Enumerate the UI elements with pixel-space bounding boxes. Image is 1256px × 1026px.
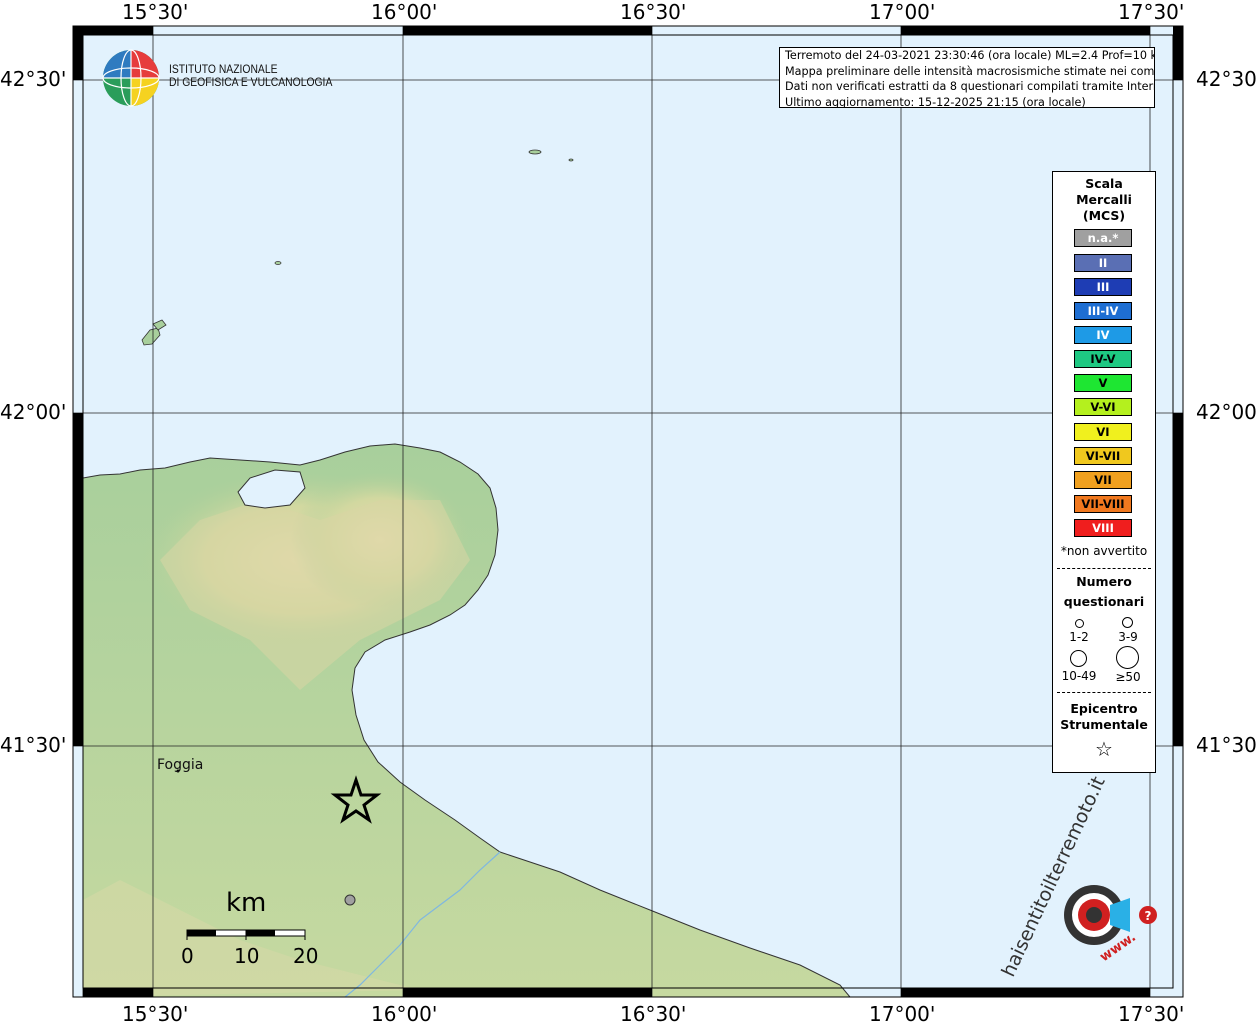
lat-label-left-2: 42°00': [0, 400, 67, 424]
lon-label-top-3: 16°30': [620, 0, 687, 24]
intensity-swatch-iii: III: [1074, 278, 1132, 296]
lat-label-left-3: 41°30': [0, 733, 67, 757]
lat-label-right-1: 42°30': [1196, 67, 1256, 91]
epicenter-title-1: Epicentro: [1070, 701, 1138, 716]
intensity-point-na[interactable]: [344, 894, 356, 906]
ingv-logo-text: ISTITUTO NAZIONALE DI GEOFISICA E VULCAN…: [169, 64, 332, 90]
scale-bar-tick-0: 0: [181, 944, 194, 968]
island-pianosa: [274, 261, 282, 265]
intensity-swatch-vii: VII: [1074, 471, 1132, 489]
city-label: Foggia: [157, 757, 204, 773]
q-label-10-49: 10-49: [1061, 669, 1097, 683]
intensity-swatch-vi-vii: VI-VII: [1074, 447, 1132, 465]
legend-title-1: Scala: [1085, 176, 1123, 191]
ingv-line1: ISTITUTO NAZIONALE: [169, 64, 278, 76]
island-pelagosa: [528, 149, 542, 155]
intensity-swatch-vii-viii: VII-VIII: [1074, 495, 1132, 513]
intensity-swatch-viii: VIII: [1074, 519, 1132, 537]
lon-label-bottom-4: 17°00': [869, 1002, 936, 1026]
q-label-50: ≥50: [1115, 670, 1141, 684]
lat-label-left-1: 42°30': [0, 67, 67, 91]
scale-bar-unit: km: [226, 888, 267, 918]
intensity-swatch-n-a-: n.a.*: [1074, 229, 1132, 247]
q-label-1-2: 1-2: [1069, 630, 1089, 644]
lon-label-top-4: 17°00': [869, 0, 936, 24]
lon-label-bottom-5: 17°30': [1118, 1002, 1185, 1026]
lon-label-top-5: 17°30': [1118, 0, 1185, 24]
questionnaires-title-2: questionari: [1063, 594, 1145, 609]
scale-bar-tick-10: 10: [234, 944, 260, 968]
legend-panel: Scala Mercalli (MCS) n.a.* II III III-IV IV I…: [1052, 171, 1156, 773]
lon-label-bottom-3: 16°30': [620, 1002, 687, 1026]
ingv-globe-icon: [102, 49, 160, 107]
legend-title-3: (MCS): [1082, 208, 1126, 223]
legend-title: Scala Mercalli (MCS): [1053, 176, 1155, 224]
not-felt-note: *non avvertito: [1060, 544, 1148, 558]
island-pelagosa-2: [568, 158, 574, 162]
questionnaires-title-1: Numero: [1076, 574, 1132, 589]
intensity-swatch-iv-v: IV-V: [1074, 350, 1132, 368]
lat-label-right-3: 41°30': [1196, 733, 1256, 757]
ingv-line2: DI GEOFISICA E VULCANOLOGIA: [169, 77, 333, 89]
lon-label-top-2: 16°00': [371, 0, 438, 24]
legend-divider-1: [1057, 568, 1151, 569]
legend-divider-2: [1057, 692, 1151, 693]
intensity-swatch-iii-iv: III-IV: [1074, 302, 1132, 320]
info-line-3: Dati non verificati estratti da 8 questi…: [785, 80, 1155, 93]
intensity-swatch-ii: II: [1074, 254, 1132, 272]
intensity-swatch-v-vi: V-VI: [1074, 398, 1132, 416]
info-line-2: Mappa preliminare delle intensità macros…: [785, 64, 1155, 78]
scale-bar-tick-20: 20: [293, 944, 319, 968]
event-info-box: Terremoto del 24-03-2021 23:30:46 (ora l…: [779, 47, 1155, 108]
q-label-3-9: 3-9: [1118, 630, 1138, 644]
lon-label-bottom-1: 15°30': [122, 1002, 189, 1026]
q-circle-1-2: [1075, 619, 1084, 628]
epicenter-title-2: Strumentale: [1060, 717, 1148, 732]
intensity-swatch-v: V: [1074, 374, 1132, 392]
epicenter-legend-star-icon: ☆: [1095, 737, 1113, 761]
intensity-swatch-vi: VI: [1074, 423, 1132, 441]
svg-text:?: ?: [1145, 909, 1152, 923]
lon-label-top-1: 15°30': [122, 0, 189, 24]
lon-label-bottom-2: 16°00': [371, 1002, 438, 1026]
q-circle-50: [1116, 646, 1139, 669]
info-line-4: Ultimo aggiornamento: 15-12-2025 21:15 (…: [785, 95, 1086, 108]
legend-title-2: Mercalli: [1076, 192, 1132, 207]
info-line-1: Terremoto del 24-03-2021 23:30:46 (ora l…: [785, 49, 1155, 62]
lat-label-right-2: 42°00': [1196, 400, 1256, 424]
intensity-swatch-iv: IV: [1074, 326, 1132, 344]
q-circle-3-9: [1122, 617, 1133, 628]
q-circle-10-49: [1070, 650, 1087, 667]
